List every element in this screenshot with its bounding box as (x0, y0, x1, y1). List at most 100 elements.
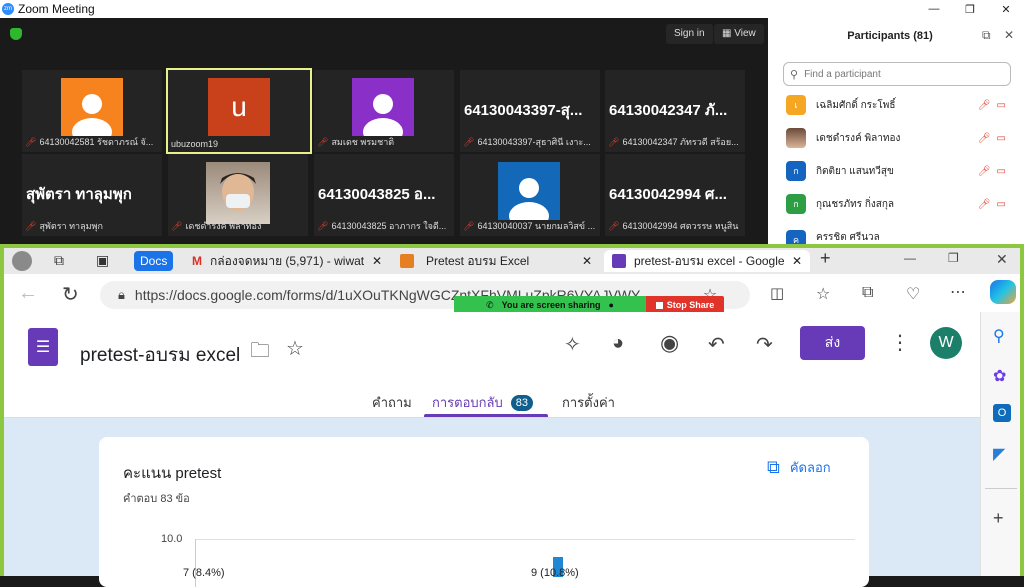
popout-icon[interactable]: ⧉ (982, 28, 991, 43)
response-count: คำตอบ 83 ข้อ (123, 493, 190, 505)
tile-name: 64130040037 นายกมลวิสข์ ... (477, 221, 596, 231)
copilot-sidebar-icon[interactable]: ✿ (993, 366, 1006, 386)
tab-actions-icon[interactable]: ▣ (96, 252, 109, 269)
restore-window-icon[interactable]: ❐ (948, 251, 959, 265)
video-tile[interactable]: 64130042347 ภั... 🎤︎ 64130042347 ภัทรวดี … (605, 70, 745, 152)
close-icon[interactable]: ✕ (988, 0, 1024, 18)
mic-muted-icon: 🎤︎ (608, 136, 620, 147)
chart-gridline (195, 539, 855, 540)
video-tile-active[interactable]: u ubuzoom19 (166, 68, 312, 154)
participant-row[interactable]: เดชดำรงค์ พิลาทอง 🎤︎▭ (786, 123, 1012, 153)
copilot-icon[interactable] (990, 280, 1016, 304)
active-tab-indicator (424, 414, 548, 417)
video-gallery: Sign in ▦ View 🎤︎ 64130042581 รัชดาภรณ์ จ… (0, 18, 768, 244)
tab-responses[interactable]: การตอบกลับ 83 (432, 392, 533, 413)
grid-icon: ▦ (722, 28, 735, 39)
chart-axis-top-label: 10.0 (161, 533, 183, 545)
participant-row[interactable]: ก กิตติยา แสนทวีสุข 🎤︎▭ (786, 156, 1012, 186)
close-tab-icon[interactable]: ✕ (792, 254, 802, 268)
zoom-window-title: Zoom Meeting (18, 2, 95, 16)
split-screen-icon[interactable]: ◫ (770, 284, 784, 302)
tile-big-name: 64130042994 ศ... (609, 186, 727, 203)
tile-name: 64130043397-สุธาศินี เงาะ... (477, 137, 591, 147)
forms-header: ☰ pretest-อบรม excel 🗀︎ ☆ ✧ ◕ ◉ ↶ ↷ ส่ง … (4, 312, 980, 418)
more-vert-icon[interactable]: ⋮ (890, 330, 910, 355)
close-tab-icon[interactable]: ✕ (582, 254, 592, 268)
browser-essentials-icon[interactable]: ♡ (906, 284, 920, 304)
preview-eye-icon[interactable]: ◉ (660, 330, 679, 356)
forms-icon (612, 254, 626, 268)
back-icon[interactable]: ← (18, 282, 38, 305)
new-tab-icon[interactable]: + (820, 248, 831, 269)
undo-icon[interactable]: ↶ (708, 332, 725, 357)
tile-name: สมเดช พรมชาติ (331, 137, 395, 147)
tab-label: กล่องจดหมาย (5,971) - wiwat (210, 253, 365, 268)
tab-pretest-excel[interactable]: Pretest อบรม Excel ✕ (392, 250, 600, 272)
profile-icon[interactable] (12, 251, 32, 271)
star-icon[interactable]: ☆ (286, 336, 304, 361)
avatar (61, 78, 123, 136)
participant-name: ครรชิต ศรีนวล (816, 232, 880, 243)
move-to-folder-icon[interactable]: 🗀︎ (250, 336, 270, 370)
tile-name: เดชดำรงค์ พิลาทอง (185, 221, 262, 231)
refresh-icon[interactable]: ↻ (62, 282, 79, 307)
favorites-icon[interactable]: ☆ (816, 284, 830, 304)
send-icon[interactable]: ◤ (993, 444, 1005, 464)
video-tile[interactable]: 64130042994 ศ... 🎤︎ 64130042994 ศตวรรษ หน… (605, 154, 745, 236)
participant-search-input[interactable]: ⚲ Find a participant (783, 62, 1011, 86)
mic-video-muted-icon: 🎤︎▭ (977, 165, 1012, 177)
sign-in-button[interactable]: Sign in (666, 24, 713, 44)
video-tile[interactable]: 🎤︎ 64130040037 นายกมลวิสข์ ... (460, 154, 600, 236)
close-tab-icon[interactable]: ✕ (372, 254, 382, 268)
edge-sidebar: ⚲ ✿ O ◤ + (980, 312, 1020, 576)
chart-axis (195, 539, 196, 587)
minimize-icon[interactable]: — (916, 0, 952, 18)
avatar: u (208, 78, 270, 136)
lock-icon: 🔒︎ (118, 287, 125, 302)
account-avatar[interactable]: W (930, 327, 962, 359)
video-tile[interactable]: สุพัตรา ทาลุมพุก 🎤︎ สุพัตรา ทาลุมพุก (22, 154, 162, 236)
outlook-icon[interactable]: O (993, 404, 1011, 422)
tab-forms-active[interactable]: pretest-อบรม excel - Google ✕ (604, 250, 810, 272)
send-button[interactable]: ส่ง (800, 326, 865, 360)
addons-icon[interactable]: ✧ (564, 332, 581, 357)
tile-name: 64130042347 ภัทรวดี สร้อย... (622, 137, 739, 147)
more-icon[interactable]: ⋯ (950, 282, 966, 302)
google-forms-logo-icon[interactable]: ☰ (28, 328, 58, 366)
form-title[interactable]: pretest-อบรม excel (80, 340, 240, 370)
palette-icon[interactable]: ◕ (612, 332, 624, 355)
view-button[interactable]: ▦ View (714, 24, 764, 44)
video-tile[interactable]: 🎤︎ สมเดช พรมชาติ (314, 70, 454, 152)
copy-button[interactable]: ⧉ คัดลอก (767, 457, 831, 478)
restore-icon[interactable]: ❐ (952, 0, 988, 18)
response-summary-card: คะแนน pretest คำตอบ 83 ข้อ ⧉ คัดลอก 10.0… (99, 437, 869, 587)
close-panel-icon[interactable]: ✕ (1004, 28, 1014, 42)
tab-questions[interactable]: คำถาม (372, 392, 412, 413)
tab-settings[interactable]: การตั้งค่า (562, 392, 615, 413)
redo-icon[interactable]: ↷ (756, 332, 773, 357)
video-tile[interactable]: 🎤︎ 64130042581 รัชดาภรณ์ จั... (22, 70, 162, 152)
mic-video-muted-icon: 🎤︎▭ (977, 99, 1012, 111)
add-icon[interactable]: + (993, 508, 1004, 529)
participant-row[interactable]: ก กุณชรภัทร กิ่งสกุล 🎤︎▭ (786, 189, 1012, 219)
avatar: ก (786, 194, 806, 214)
search-placeholder: Find a participant (804, 68, 881, 80)
mic-muted-icon: 🎤︎ (25, 136, 37, 147)
workspaces-icon[interactable]: ⧉ (54, 252, 64, 269)
avatar: ก (786, 161, 806, 181)
video-tile[interactable]: 🎤︎ เดชดำรงค์ พิลาทอง (168, 154, 308, 236)
tile-name: 64130042994 ศตวรรษ หนูสิน (622, 221, 739, 231)
minimize-window-icon[interactable]: — (904, 251, 916, 265)
video-tile[interactable]: 64130043825 อ... 🎤︎ 64130043825 อาภากร ใจ… (314, 154, 454, 236)
search-icon[interactable]: ⚲ (993, 326, 1005, 346)
avatar: ค (786, 230, 806, 244)
collections-icon[interactable]: ⧉ (862, 284, 873, 302)
participant-row[interactable]: เ เฉลิมศักดิ์ กระโพธิ์ 🎤︎▭ (786, 90, 1012, 120)
mic-video-muted-icon: 🎤︎▭ (977, 132, 1012, 144)
tab-group-docs[interactable]: Docs (134, 251, 174, 271)
avatar (498, 162, 560, 220)
participant-row[interactable]: ค ครรชิต ศรีนวล (786, 222, 1012, 244)
tab-gmail[interactable]: M กล่องจดหมาย (5,971) - wiwat ✕ (184, 250, 390, 272)
video-tile[interactable]: 64130043397-สุ... 🎤︎ 64130043397-สุธาศินี… (460, 70, 600, 152)
close-window-icon[interactable]: ✕ (996, 251, 1008, 268)
